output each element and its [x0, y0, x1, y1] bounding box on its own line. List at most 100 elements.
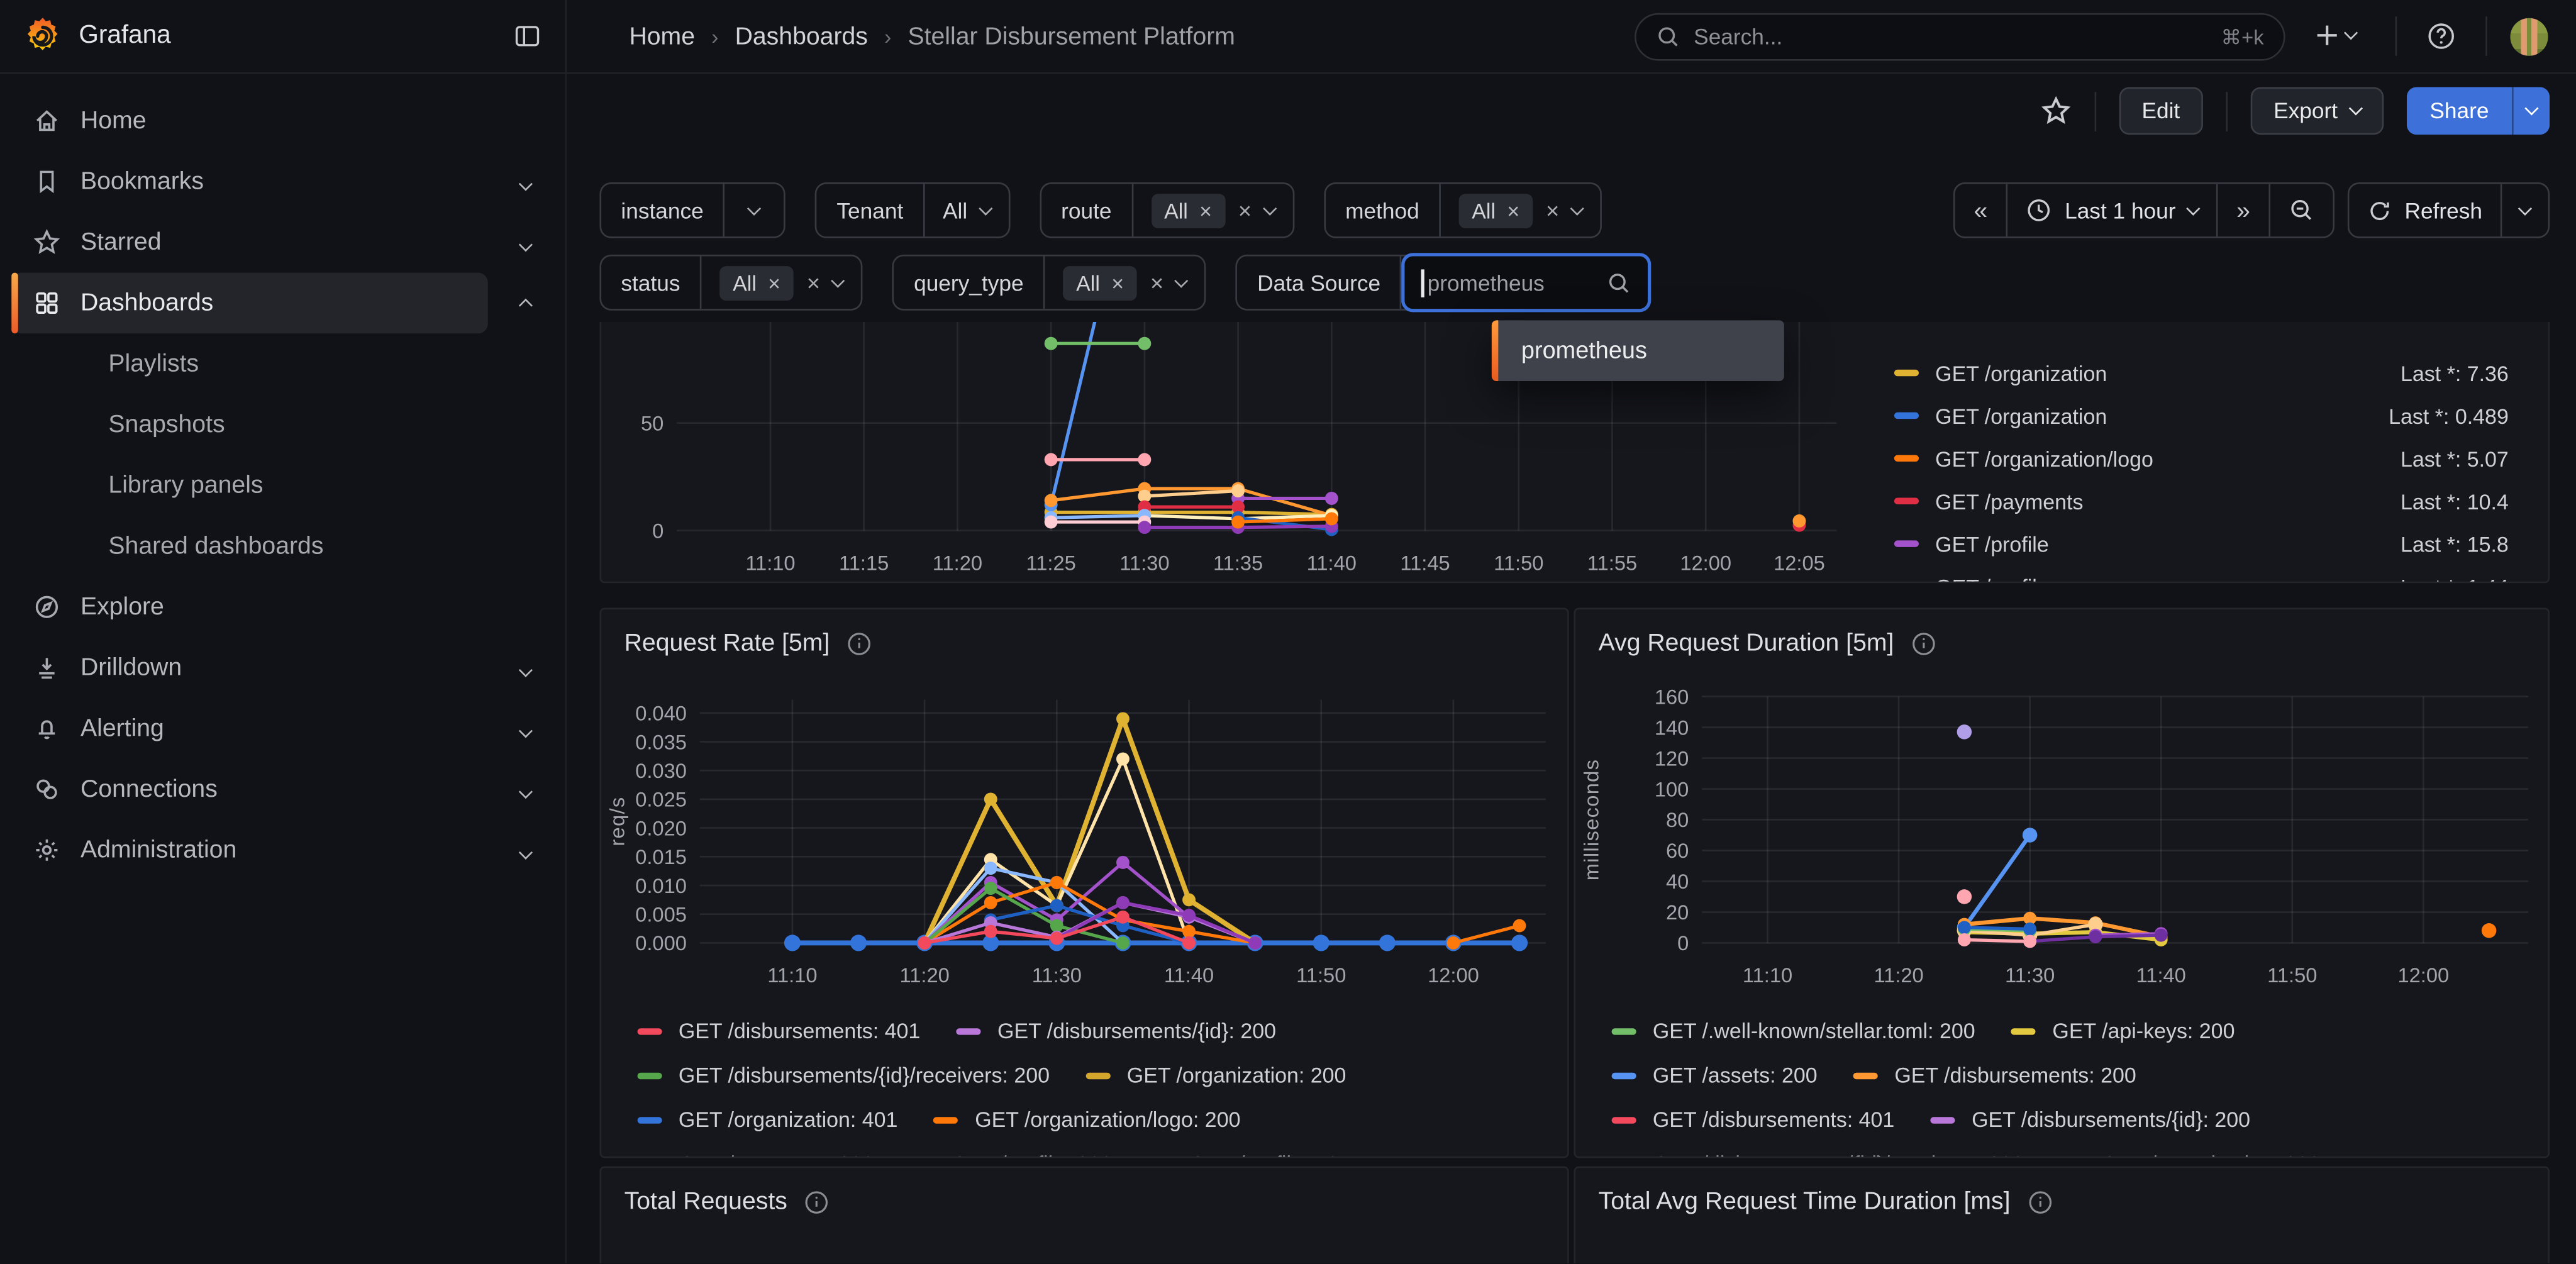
brand-name[interactable]: Grafana	[79, 21, 170, 51]
legend-item[interactable]: GET /organization: 200	[2060, 1151, 2321, 1158]
legend-item[interactable]: GET /disbursements/{id}: 200	[1931, 1107, 2250, 1132]
filter-value-pill[interactable]: All×	[1151, 193, 1225, 228]
legend-series-name[interactable]: GET /profile	[1935, 531, 2049, 556]
sidebar-item-bookmarks[interactable]: Bookmarks	[11, 151, 488, 212]
sidebar-item-home[interactable]: Home	[11, 91, 488, 152]
section-toggle-button[interactable]	[521, 653, 531, 682]
legend-row[interactable]: GET /organizationLast *: 7.36	[1875, 352, 2542, 394]
info-icon[interactable]	[1911, 630, 1937, 657]
section-toggle-button[interactable]	[521, 775, 531, 804]
grafana-logo[interactable]	[23, 16, 63, 56]
pill-remove-icon[interactable]: ×	[1199, 198, 1212, 223]
filter-value-pill[interactable]: All×	[719, 265, 794, 300]
sidebar-item-connections[interactable]: Connections	[11, 759, 488, 820]
legend-row[interactable]: GET /profileLast *: 1.44	[1875, 565, 2542, 584]
clear-filter-icon[interactable]: ×	[1546, 197, 1559, 223]
legend-series-name[interactable]: GET /profile	[1935, 574, 2049, 583]
legend-row[interactable]: GET /paymentsLast *: 10.4	[1875, 480, 2542, 523]
legend-row[interactable]: GET /organization/logoLast *: 5.07	[1875, 437, 2542, 480]
filter-value-pill[interactable]: All×	[1063, 265, 1137, 300]
sidebar-item-alerting[interactable]: Alerting	[11, 698, 488, 759]
pill-remove-icon[interactable]: ×	[1507, 198, 1519, 223]
filter-value[interactable]: All××	[1441, 184, 1601, 237]
edit-button[interactable]: Edit	[2119, 87, 2203, 135]
filter-value[interactable]: All××	[701, 257, 861, 309]
share-menu-button[interactable]	[2512, 87, 2550, 135]
time-shift-back-button[interactable]: «	[1956, 184, 2006, 237]
filter-value[interactable]: All	[924, 184, 1008, 237]
sidebar-item-starred[interactable]: Starred	[11, 212, 488, 273]
legend-item[interactable]: GET /profile: 401	[1148, 1151, 1350, 1158]
clear-filter-icon[interactable]: ×	[807, 269, 820, 296]
legend-item[interactable]: GET /profile: 200	[910, 1151, 1112, 1158]
pill-remove-icon[interactable]: ×	[1111, 270, 1124, 295]
section-toggle-button[interactable]	[521, 714, 531, 743]
breadcrumb-dashboards[interactable]: Dashboards	[735, 22, 868, 50]
legend-item[interactable]: GET /organization: 401	[638, 1107, 898, 1132]
legend-series-name[interactable]: GET /payments	[1935, 489, 2083, 513]
legend-series-name[interactable]: GET /organization	[1935, 403, 2107, 428]
section-toggle-button[interactable]	[521, 288, 531, 318]
refresh-button[interactable]: Refresh	[2349, 184, 2501, 237]
legend-item[interactable]: GET /assets: 200	[1612, 1063, 1818, 1087]
clear-filter-icon[interactable]: ×	[1150, 269, 1163, 296]
clear-filter-icon[interactable]: ×	[1238, 197, 1252, 223]
legend-item[interactable]: GET /payments: 200	[638, 1151, 874, 1158]
section-toggle-button[interactable]	[521, 167, 531, 196]
filter-status[interactable]: statusAll××	[599, 255, 863, 311]
pill-remove-icon[interactable]: ×	[768, 270, 780, 295]
sidebar-item-shared-dashboards[interactable]: Shared dashboards	[11, 516, 488, 577]
legend-series-name[interactable]: GET /organization/logo	[1935, 446, 2153, 470]
share-button[interactable]: Share	[2407, 87, 2512, 135]
filter-data-source[interactable]: Data Sourceprometheus	[1236, 255, 1650, 311]
sidebar-item-dashboards[interactable]: Dashboards	[11, 273, 488, 334]
sidebar-item-explore[interactable]: Explore	[11, 577, 488, 638]
sidebar-item-library-panels[interactable]: Library panels	[11, 455, 488, 516]
filter-value-pill[interactable]: All×	[1458, 193, 1533, 228]
legend-item[interactable]: GET /disbursements/{id}/receivers: 200	[1612, 1151, 2024, 1158]
filter-route[interactable]: routeAll××	[1040, 182, 1294, 238]
sidebar-item-drilldown[interactable]: Drilldown	[11, 638, 488, 699]
filter-value[interactable]: All××	[1045, 257, 1205, 309]
filter-query-type[interactable]: query_typeAll××	[892, 255, 1206, 311]
breadcrumb-home[interactable]: Home	[629, 22, 695, 50]
legend-row[interactable]: GET /profileLast *: 15.8	[1875, 523, 2542, 565]
legend-row[interactable]: GET /organizationLast *: 0.489	[1875, 394, 2542, 437]
request-rate-chart[interactable]: 11:1011:2011:3011:4011:5012:000.0000.005…	[601, 668, 1569, 1007]
filter-instance[interactable]: instance	[599, 182, 786, 238]
time-range-picker[interactable]: Last 1 hour	[2006, 184, 2217, 237]
sidebar-item-snapshots[interactable]: Snapshots	[11, 394, 488, 455]
zoom-out-button[interactable]	[2268, 184, 2333, 237]
legend-series-name[interactable]: GET /organization	[1935, 360, 2107, 385]
filter-tenant[interactable]: TenantAll	[815, 182, 1010, 238]
filter-value[interactable]: All××	[1133, 184, 1292, 237]
legend-item[interactable]: GET /disbursements: 401	[638, 1019, 921, 1043]
filter-value[interactable]	[725, 184, 784, 237]
user-avatar[interactable]	[2510, 18, 2548, 56]
info-icon[interactable]	[846, 630, 872, 657]
filter-method[interactable]: methodAll××	[1324, 182, 1602, 238]
legend-item[interactable]: GET /.well-known/stellar.toml: 200	[1612, 1019, 1975, 1043]
refresh-interval-button[interactable]	[2501, 184, 2548, 237]
sidebar-item-playlists[interactable]: Playlists	[11, 333, 488, 394]
legend-item[interactable]: GET /organization/logo: 200	[934, 1107, 1241, 1132]
help-button[interactable]	[2426, 21, 2456, 51]
datasource-option-prometheus[interactable]: prometheus	[1492, 338, 1647, 364]
info-icon[interactable]	[2027, 1189, 2053, 1215]
legend-item[interactable]: GET /disbursements/{id}/receivers: 200	[638, 1063, 1050, 1087]
info-icon[interactable]	[804, 1189, 830, 1215]
search-input[interactable]: Search... ⌘+k	[1635, 13, 2285, 61]
legend-item[interactable]: GET /api-keys: 200	[2011, 1019, 2235, 1043]
favorite-star-icon[interactable]	[2040, 96, 2071, 127]
legend-item[interactable]: GET /organization: 200	[1086, 1063, 1346, 1087]
legend-item[interactable]: GET /disbursements: 401	[1612, 1107, 1895, 1132]
section-toggle-button[interactable]	[521, 228, 531, 257]
time-shift-forward-button[interactable]: »	[2217, 184, 2268, 237]
sidebar-toggle-icon[interactable]	[513, 23, 542, 50]
add-new-button[interactable]	[2313, 21, 2356, 49]
legend-item[interactable]: GET /disbursements/{id}: 200	[957, 1019, 1276, 1043]
avg-duration-chart[interactable]: 11:1011:2011:3011:4011:5012:000204060801…	[1575, 668, 2550, 1007]
datasource-search-input[interactable]: prometheus	[1402, 253, 1652, 312]
legend-item[interactable]: GET /disbursements: 200	[1853, 1063, 2136, 1087]
export-button[interactable]: Export	[2251, 87, 2384, 135]
